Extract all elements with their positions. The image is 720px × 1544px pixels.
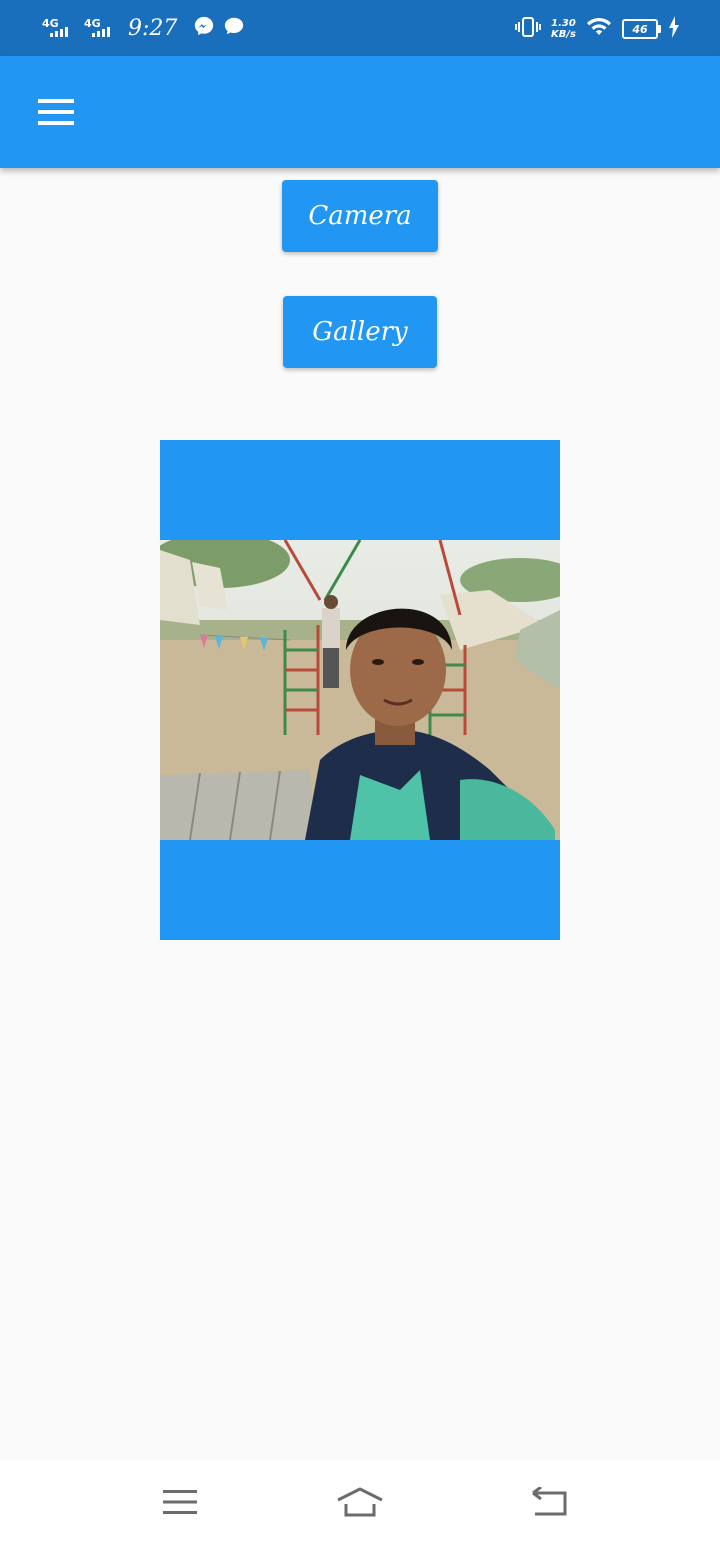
gallery-button[interactable]: Gallery: [283, 296, 437, 368]
vibrate-icon: [515, 16, 542, 42]
image-preview-frame: [160, 440, 560, 940]
status-bar: 4G 4G 9:27 1.30 KB/s 46: [0, 0, 720, 56]
camera-button[interactable]: Camera: [282, 180, 438, 252]
battery-level: 46: [632, 22, 648, 36]
status-bar-right: 1.30 KB/s 46: [515, 12, 680, 46]
network-speed: 1.30 KB/s: [551, 18, 576, 40]
home-icon[interactable]: [330, 1474, 390, 1530]
battery-icon: 46: [622, 19, 661, 39]
status-bar-left: 4G 4G 9:27: [42, 10, 245, 46]
network-speed-value: 1.30: [551, 18, 576, 29]
signal-strength-icon-2: 4G: [84, 13, 118, 43]
wifi-icon: [586, 17, 612, 41]
charging-icon: [668, 16, 680, 42]
signal-strength-icon-1: 4G: [42, 13, 76, 43]
system-navigation-bar: [0, 1460, 720, 1544]
selected-photo: [160, 540, 560, 840]
network-speed-unit: KB/s: [551, 29, 576, 40]
messenger-icon: [193, 15, 215, 41]
status-time: 9:27: [128, 15, 178, 41]
app-bar: [0, 56, 720, 168]
back-icon[interactable]: [519, 1474, 579, 1530]
chat-bubble-icon: [223, 15, 245, 41]
hamburger-menu-icon[interactable]: [26, 84, 86, 140]
recent-apps-icon[interactable]: [150, 1474, 210, 1530]
